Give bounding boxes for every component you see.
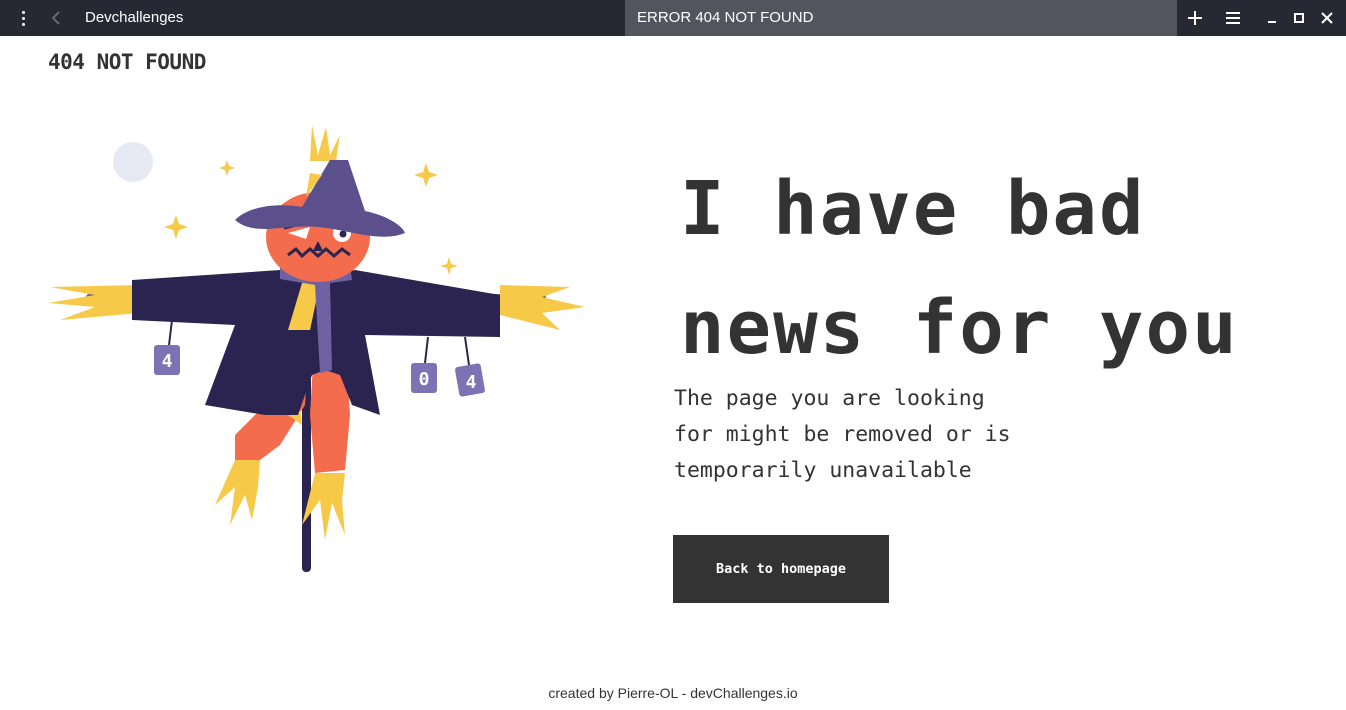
can-label-2: 0 bbox=[419, 369, 430, 390]
error-message: The page you are looking for might be re… bbox=[674, 381, 1054, 489]
scarecrow-illustration: 4 0 4 bbox=[40, 115, 600, 585]
hamburger-icon[interactable] bbox=[1223, 8, 1243, 28]
back-arrow-icon[interactable] bbox=[47, 8, 67, 28]
message-line-2: for might be removed or is bbox=[674, 422, 1011, 447]
footer-credit: created by Pierre-OL - devChallenges.io bbox=[548, 685, 798, 701]
tab-active[interactable]: ERROR 404 NOT FOUND bbox=[625, 0, 1177, 36]
moon-icon bbox=[113, 142, 153, 182]
kebab-menu-icon[interactable] bbox=[13, 8, 33, 28]
title-bar: Devchallenges ERROR 404 NOT FOUND bbox=[0, 0, 1346, 36]
can-label-3: 4 bbox=[466, 372, 477, 393]
message-line-1: The page you are looking bbox=[674, 386, 985, 411]
page-logo[interactable]: 404 NOT FOUND bbox=[48, 48, 206, 76]
headline-line-2: news for you bbox=[680, 285, 1239, 371]
plus-icon[interactable] bbox=[1185, 8, 1205, 28]
app-name: Devchallenges bbox=[85, 9, 184, 26]
message-line-3: temporarily unavailable bbox=[674, 458, 972, 483]
headline: I have bad news for you bbox=[680, 150, 1320, 388]
title-bar-left: Devchallenges bbox=[0, 0, 625, 36]
can-label-1: 4 bbox=[162, 351, 173, 372]
tab-title: ERROR 404 NOT FOUND bbox=[637, 9, 814, 26]
maximize-icon[interactable] bbox=[1289, 8, 1309, 28]
close-icon[interactable] bbox=[1317, 8, 1337, 28]
back-to-homepage-button[interactable]: Back to homepage bbox=[673, 535, 889, 603]
headline-line-1: I have bad bbox=[680, 166, 1146, 252]
minimize-icon[interactable] bbox=[1262, 8, 1282, 28]
